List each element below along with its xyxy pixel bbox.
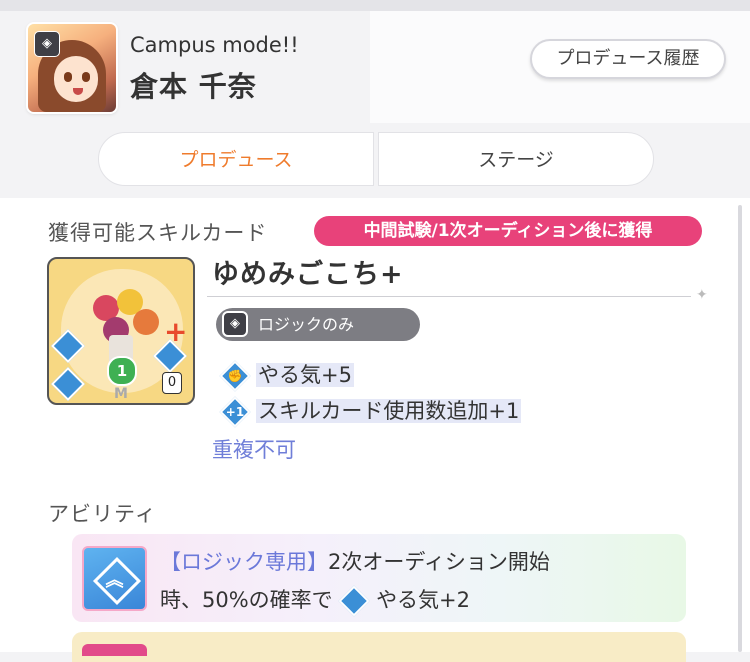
- divider: [207, 296, 691, 297]
- motivation-icon: [338, 585, 370, 617]
- ability-section-title: アビリティ: [48, 502, 157, 526]
- motivation-icon: ✊: [219, 360, 251, 392]
- logic-plan-icon: ◈: [222, 311, 248, 337]
- character-name: 倉本 千奈: [130, 70, 257, 103]
- logic-plan-icon: ◈: [34, 31, 60, 57]
- rarity-mark: M: [114, 386, 128, 402]
- ability-icon: [82, 644, 147, 656]
- effect-line: +1 スキルカード使用数追加+1: [219, 394, 522, 428]
- plan-restriction-badge: ◈ ロジックのみ: [216, 308, 420, 341]
- skill-card-name: ゆめみごこち+: [212, 259, 404, 290]
- ability-icon: ︽: [82, 546, 147, 611]
- ability-item-next: [72, 632, 686, 662]
- skill-section-title: 獲得可能スキルカード: [48, 221, 268, 245]
- ability-text-line1: 【ロジック専用】2次オーディション開始: [160, 550, 550, 574]
- sparkle-icon: ✦: [696, 287, 708, 303]
- acquire-timing-badge: 中間試験/1次オーディション後に獲得: [314, 216, 702, 246]
- tab-produce[interactable]: プロデュース: [98, 132, 374, 186]
- upgrade-plus-icon: +: [164, 315, 188, 348]
- tab-bar: プロデュース ステージ: [98, 132, 654, 188]
- card-count-badge: 0: [162, 372, 182, 394]
- card-cost-badge: 1: [107, 356, 137, 386]
- duplicate-note: 重複不可: [212, 438, 296, 462]
- scrollbar[interactable]: [738, 205, 742, 652]
- top-bar: [0, 0, 750, 11]
- effect-line: ✊ やる気+5: [219, 358, 354, 392]
- header: ◈ Campus mode!! 倉本 千奈 プロデュース履歴: [0, 11, 750, 123]
- card-draw-plus-icon: +1: [219, 396, 251, 428]
- tab-stage[interactable]: ステージ: [378, 132, 654, 186]
- mode-subtitle: Campus mode!!: [130, 33, 299, 57]
- produce-history-button[interactable]: プロデュース履歴: [530, 39, 726, 79]
- ability-text-line2: 時、50%の確率で やる気+2: [160, 584, 470, 617]
